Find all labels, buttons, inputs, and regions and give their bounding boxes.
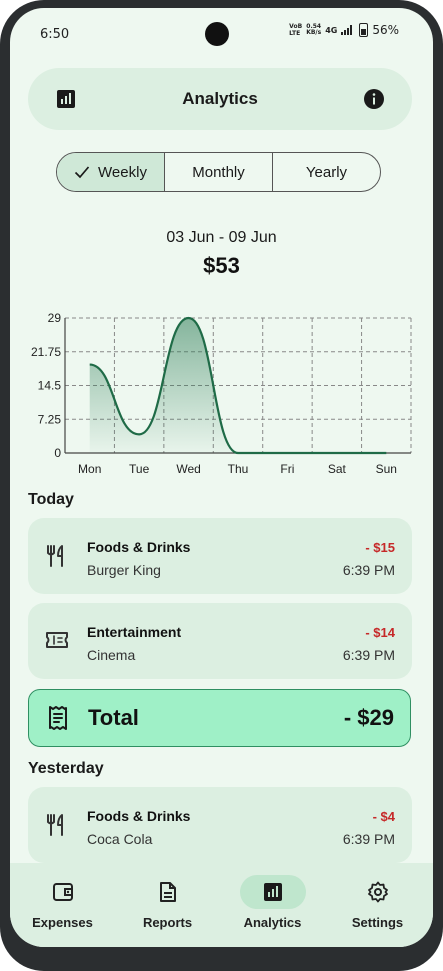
y-tick-label: 0 [54,446,61,460]
period-selector: Weekly Monthly Yearly [56,152,381,192]
wallet-icon [53,883,73,901]
fork-knife-icon [47,814,63,836]
signal-icon [341,25,353,35]
status-bar: 6:50 VoB LTE 0.54 KB/s 4G 56% [10,8,433,58]
receipt-icon [49,706,67,730]
expense-time: 6:39 PM [342,647,395,663]
ticket-icon [46,632,68,648]
tab-weekly-label: Weekly [98,163,147,181]
tab-monthly[interactable]: Monthly [164,153,272,191]
expense-amount: - $4 [372,809,395,824]
nav-label: Analytics [243,915,302,930]
x-tick-label: Sun [376,462,397,476]
status-icons: VoB LTE 0.54 KB/s 4G 56% [289,23,399,37]
y-tick-label: 29 [48,311,62,325]
nav-label: Reports [142,915,193,930]
info-icon[interactable] [363,88,385,110]
battery-icon [359,23,369,37]
bottom-navigation: Expenses Reports Analytics Settings [10,863,433,947]
x-tick-label: Fri [280,462,294,476]
page-title: Analytics [182,89,258,108]
nav-label: Expenses [32,915,93,930]
tab-weekly[interactable]: Weekly [57,153,164,191]
daily-total-card: Total - $29 [28,689,411,747]
expense-item[interactable]: Entertainment Cinema - $14 6:39 PM [28,603,412,679]
expense-merchant: Cinema [87,647,136,663]
expense-time: 6:39 PM [342,562,395,578]
network-speed: 0.54 KB/s [306,24,321,36]
tab-yearly[interactable]: Yearly [272,153,380,191]
expense-category: Entertainment [87,624,182,640]
check-icon [74,166,90,179]
expense-merchant: Coca Cola [87,831,153,847]
expense-merchant: Burger King [87,562,161,578]
y-tick-label: 21.75 [31,345,61,359]
app-header: Analytics [28,68,412,130]
analytics-icon [264,883,282,901]
expense-category: Foods & Drinks [87,808,191,824]
expense-amount: - $14 [365,625,395,640]
section-title-today: Today [28,491,74,508]
expense-category: Foods & Drinks [87,539,191,555]
expense-time: 6:39 PM [342,831,395,847]
expense-item[interactable]: Foods & Drinks Burger King - $15 6:39 PM [28,518,412,594]
volte-bottom-text: LTE [289,30,301,37]
x-tick-label: Tue [129,462,150,476]
gear-icon [368,881,388,903]
nav-expenses[interactable]: Expenses [10,863,115,947]
expense-amount: - $15 [365,540,395,555]
network-type: 4G [325,25,338,35]
nav-settings[interactable]: Settings [325,863,430,947]
x-tick-label: Sat [328,462,347,476]
volte-indicator: VoB LTE [289,23,302,37]
total-value: - $29 [343,705,394,730]
app-screen: 6:50 VoB LTE 0.54 KB/s 4G 56% Analytics [10,8,433,947]
tab-monthly-label: Monthly [192,163,245,181]
battery-percent: 56% [372,23,399,37]
speed-unit: KB/s [306,29,322,36]
volte-top-text: VoB [289,23,303,30]
fork-knife-icon [47,545,63,567]
nav-reports[interactable]: Reports [115,863,220,947]
x-tick-label: Wed [176,462,200,476]
y-tick-label: 7.25 [38,412,62,426]
status-time: 6:50 [40,27,70,42]
phone-frame: 6:50 VoB LTE 0.54 KB/s 4G 56% Analytics [0,0,443,971]
x-tick-label: Mon [78,462,101,476]
period-total: $53 [203,253,240,278]
nav-label: Settings [351,915,404,930]
x-tick-label: Thu [228,462,249,476]
tab-yearly-label: Yearly [305,163,348,181]
y-tick-label: 14.5 [38,379,62,393]
document-icon [160,882,176,902]
camera-cutout [205,22,229,46]
spending-chart: 29 21.75 14.5 7.25 0 Mon Tue Wed Thu Fri Sat Sun [31,311,412,476]
total-label: Total [88,705,139,730]
nav-analytics[interactable]: Analytics [220,863,325,947]
section-title-yesterday: Yesterday [28,760,104,777]
date-range: 03 Jun - 09 Jun [166,229,277,246]
expense-item[interactable]: Foods & Drinks Coca Cola - $4 6:39 PM [28,787,412,863]
